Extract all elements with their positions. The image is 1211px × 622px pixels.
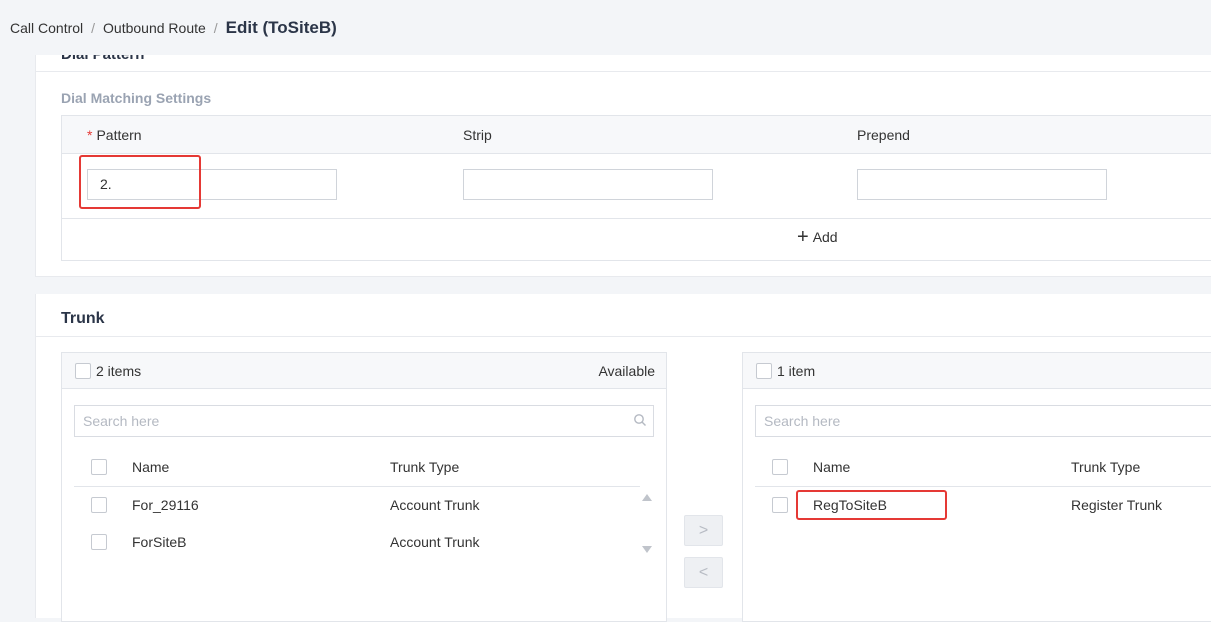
breadcrumb-outbound-route[interactable]: Outbound Route bbox=[103, 20, 206, 36]
required-mark: * bbox=[87, 127, 93, 143]
select-all-selected-checkbox[interactable] bbox=[756, 363, 772, 379]
selected-trunk-highlight-box bbox=[796, 490, 947, 520]
scroll-up-icon[interactable] bbox=[642, 494, 652, 501]
available-type-header: Trunk Type bbox=[390, 459, 460, 475]
row-checkbox[interactable] bbox=[772, 497, 788, 513]
page-title: Edit (ToSiteB) bbox=[225, 17, 337, 37]
row-checkbox[interactable] bbox=[91, 534, 107, 550]
add-label: Add bbox=[812, 229, 838, 245]
trunk-divider bbox=[36, 336, 1211, 337]
trunk-name: ForSiteB bbox=[132, 534, 187, 550]
selected-trunk-pane: 1 item Search here Name Trunk Type RegTo… bbox=[742, 352, 1211, 622]
breadcrumb-separator: / bbox=[91, 19, 96, 36]
trunk-type: Account Trunk bbox=[390, 534, 480, 550]
dial-matching-settings-label: Dial Matching Settings bbox=[61, 90, 212, 106]
dial-pattern-header: Dial Pattern bbox=[36, 55, 1211, 72]
available-search-input[interactable]: Search here bbox=[74, 405, 654, 437]
available-header-checkbox[interactable] bbox=[91, 459, 107, 475]
available-list-header: Name Trunk Type bbox=[74, 451, 640, 487]
selected-type-header: Trunk Type bbox=[1071, 459, 1141, 475]
pattern-highlight-box bbox=[79, 155, 201, 209]
dial-pattern-row: 2. bbox=[62, 154, 1211, 219]
available-trunk-pane: 2 items Available Search here Name Trunk… bbox=[61, 352, 667, 622]
search-icon[interactable] bbox=[633, 413, 647, 427]
move-right-button[interactable]: > bbox=[684, 515, 723, 546]
dial-pattern-table-header: * Pattern Strip Prepend bbox=[62, 116, 1211, 154]
breadcrumb-separator: / bbox=[213, 19, 218, 36]
selected-name-header: Name bbox=[813, 459, 851, 475]
table-row[interactable]: ForSiteB Account Trunk bbox=[74, 524, 640, 561]
breadcrumb-call-control[interactable]: Call Control bbox=[10, 20, 83, 36]
trunk-title: Trunk bbox=[61, 310, 105, 327]
strip-input[interactable] bbox=[463, 169, 713, 200]
trunk-name: For_29116 bbox=[132, 497, 199, 513]
dial-pattern-card: Dial Pattern Dial Matching Settings *Pat… bbox=[35, 55, 1211, 277]
selected-pane-header: 1 item bbox=[743, 353, 1211, 389]
add-row: + Add bbox=[62, 219, 1211, 261]
page-gutter bbox=[0, 55, 10, 618]
prepend-column-header: Prepend bbox=[857, 127, 910, 143]
prepend-input[interactable] bbox=[857, 169, 1107, 200]
selected-search-input[interactable]: Search here bbox=[755, 405, 1211, 437]
available-count: 2 items bbox=[96, 363, 142, 379]
scroll-down-icon[interactable] bbox=[642, 546, 652, 553]
selected-header-checkbox[interactable] bbox=[772, 459, 788, 475]
add-pattern-button[interactable]: + Add bbox=[797, 226, 838, 248]
move-left-button[interactable]: < bbox=[684, 557, 723, 588]
row-checkbox[interactable] bbox=[91, 497, 107, 513]
table-row[interactable]: For_29116 Account Trunk bbox=[74, 487, 640, 524]
strip-column-header: Strip bbox=[463, 127, 492, 143]
trunk-card: Trunk 2 items Available Search here Name… bbox=[35, 294, 1211, 622]
selected-list-header: Name Trunk Type bbox=[755, 451, 1211, 487]
pattern-column-header: * Pattern bbox=[87, 127, 142, 143]
plus-icon: + bbox=[797, 226, 809, 248]
selected-count: 1 item bbox=[777, 363, 816, 379]
available-title: Available bbox=[598, 363, 655, 379]
select-all-available-checkbox[interactable] bbox=[75, 363, 91, 379]
trunk-type: Account Trunk bbox=[390, 497, 480, 513]
trunk-type: Register Trunk bbox=[1071, 497, 1163, 513]
breadcrumb: Call Control / Outbound Route / Edit (To… bbox=[0, 0, 1211, 55]
dial-pattern-table: * Pattern Strip Prepend 2. + Add bbox=[61, 115, 1211, 261]
dial-pattern-title: Dial Pattern bbox=[61, 55, 144, 64]
available-name-header: Name bbox=[132, 459, 170, 475]
pattern-header-label: Pattern bbox=[96, 127, 142, 143]
available-pane-header: 2 items Available bbox=[62, 353, 666, 389]
